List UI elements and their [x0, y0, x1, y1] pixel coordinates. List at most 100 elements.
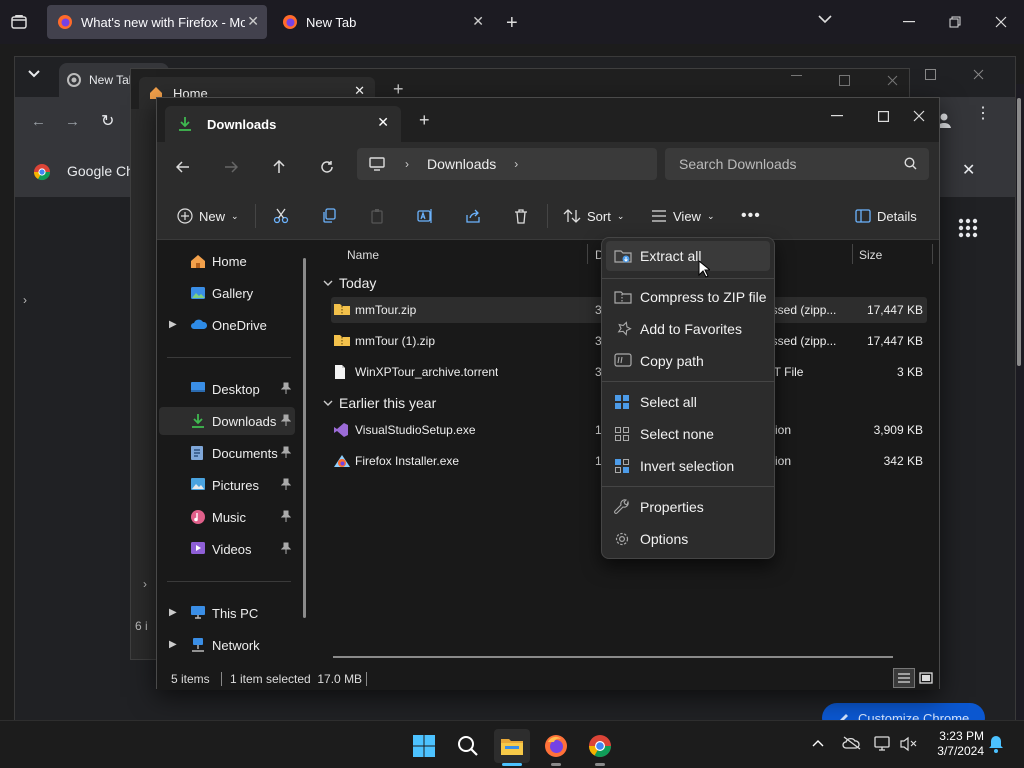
- google-apps-grid-icon[interactable]: [958, 218, 978, 238]
- cut-icon[interactable]: [273, 202, 289, 230]
- search-icon[interactable]: [450, 729, 486, 763]
- minimize-icon[interactable]: [817, 102, 857, 130]
- nav-item-this-pc[interactable]: ▶ This PC: [159, 599, 295, 627]
- menu-item-copy-path[interactable]: Copy path: [606, 346, 770, 376]
- bookmark-google-chrome[interactable]: Google Ch: [67, 163, 134, 179]
- view-button[interactable]: View ⌄: [651, 202, 715, 230]
- list-tabs-chevron-icon[interactable]: [818, 14, 832, 24]
- maximize-icon[interactable]: [839, 75, 850, 86]
- close-tab-icon[interactable]: ✕: [247, 13, 259, 30]
- new-tab-plus-icon[interactable]: +: [419, 110, 430, 131]
- minimize-icon[interactable]: [886, 0, 932, 44]
- restore-icon[interactable]: [932, 0, 978, 44]
- file-explorer-window: Downloads ✕ + › Downloads › Search Downl…: [156, 97, 940, 690]
- chevron-down-icon: ⌄: [706, 210, 715, 221]
- firefox-view-icon[interactable]: [10, 13, 28, 31]
- nav-scrollbar[interactable]: [303, 258, 306, 618]
- minimize-icon[interactable]: [791, 75, 802, 77]
- kebab-menu-icon[interactable]: ⋮: [975, 106, 991, 122]
- pictures-icon: [190, 477, 206, 491]
- details-pane-icon: [855, 209, 871, 223]
- details-view-toggle-icon[interactable]: [893, 668, 915, 688]
- breadcrumb-downloads[interactable]: Downloads: [427, 156, 496, 172]
- nav-item-gallery[interactable]: Gallery: [159, 279, 295, 307]
- delete-trash-icon[interactable]: [513, 202, 529, 230]
- clock[interactable]: 3:23 PM 3/7/2024: [930, 729, 984, 759]
- large-icons-view-toggle-icon[interactable]: [915, 668, 937, 688]
- close-window-icon[interactable]: [973, 69, 984, 80]
- sort-button[interactable]: Sort ⌄: [563, 202, 624, 230]
- menu-item-select-none[interactable]: Select none: [606, 419, 770, 449]
- firefox-taskbar-icon[interactable]: [538, 729, 574, 766]
- refresh-icon[interactable]: [311, 152, 343, 182]
- menu-item-compress-zip[interactable]: Compress to ZIP file: [606, 282, 770, 312]
- item-count: 5 items: [171, 672, 210, 686]
- show-hidden-icons-chevron-icon[interactable]: [812, 739, 824, 747]
- menu-item-properties[interactable]: Properties: [606, 492, 770, 522]
- tab-search-chevron-icon[interactable]: [27, 69, 41, 79]
- downloads-tab[interactable]: Downloads ✕: [165, 106, 401, 142]
- column-header-name[interactable]: Name: [347, 240, 379, 270]
- file-explorer-taskbar-icon[interactable]: [494, 729, 530, 766]
- copy-icon[interactable]: [321, 202, 337, 230]
- column-header-size[interactable]: Size: [859, 240, 882, 270]
- back-arrow-icon[interactable]: [167, 152, 199, 182]
- nav-item-documents[interactable]: Documents: [159, 439, 295, 467]
- explorer-tabbar: Downloads ✕ +: [157, 98, 939, 142]
- reload-icon[interactable]: ↻: [101, 111, 114, 131]
- onedrive-offline-icon[interactable]: [842, 736, 862, 750]
- details-pane-button[interactable]: Details: [855, 202, 917, 230]
- nav-item-videos[interactable]: Videos: [159, 535, 295, 563]
- horizontal-scrollbar[interactable]: [333, 656, 893, 658]
- network-status-icon[interactable]: [874, 736, 892, 752]
- breadcrumb-chevron-icon[interactable]: ›: [514, 157, 518, 171]
- volume-muted-icon[interactable]: [900, 736, 918, 752]
- forward-arrow-icon[interactable]: →: [65, 113, 80, 130]
- close-window-icon[interactable]: [887, 75, 898, 86]
- nav-item-pictures[interactable]: Pictures: [159, 471, 295, 499]
- close-tab-icon[interactable]: ✕: [472, 13, 484, 30]
- close-window-icon[interactable]: [978, 0, 1024, 44]
- notification-bell-icon[interactable]: [988, 735, 1004, 753]
- nav-item-desktop[interactable]: Desktop: [159, 375, 295, 403]
- maximize-icon[interactable]: [925, 69, 936, 80]
- new-tab-plus-icon[interactable]: +: [506, 12, 518, 35]
- expand-chevron-icon[interactable]: ▶: [169, 319, 177, 330]
- group-header-earlier-this-year[interactable]: Earlier this year: [323, 392, 436, 414]
- menu-item-add-favorites[interactable]: Add to Favorites: [606, 314, 770, 344]
- chrome-taskbar-icon[interactable]: [582, 729, 618, 766]
- back-arrow-icon[interactable]: ←: [31, 113, 46, 130]
- menu-item-options[interactable]: Options: [606, 524, 770, 554]
- expand-chevron-icon[interactable]: ▶: [169, 639, 177, 650]
- gallery-icon: [190, 285, 206, 301]
- rename-icon[interactable]: [417, 202, 433, 230]
- close-window-icon[interactable]: [899, 102, 939, 130]
- menu-item-select-all[interactable]: Select all: [606, 387, 770, 417]
- address-bar[interactable]: › Downloads ›: [357, 148, 657, 180]
- nav-item-downloads[interactable]: Downloads: [159, 407, 295, 435]
- search-input[interactable]: Search Downloads: [665, 148, 929, 180]
- firefox-tab-whats-new[interactable]: What's new with Firefox - More ✕: [47, 5, 267, 39]
- group-header-today[interactable]: Today: [323, 272, 376, 294]
- menu-item-extract-all[interactable]: Extract all: [606, 241, 770, 271]
- zip-folder-icon: [333, 302, 351, 316]
- breadcrumb-chevron-icon[interactable]: ›: [405, 157, 409, 171]
- nav-item-onedrive[interactable]: ▶ OneDrive: [159, 311, 295, 339]
- share-icon[interactable]: [465, 202, 481, 230]
- firefox-tab-new-tab[interactable]: New Tab ✕: [272, 5, 492, 39]
- forward-arrow-icon[interactable]: [215, 152, 247, 182]
- start-windows-icon[interactable]: [406, 729, 442, 763]
- nav-item-home[interactable]: Home: [159, 247, 295, 275]
- close-bar-icon[interactable]: ✕: [962, 160, 975, 180]
- close-tab-icon[interactable]: ✕: [377, 114, 389, 131]
- paste-icon[interactable]: [369, 202, 385, 230]
- tab-title: New Tab: [306, 14, 357, 30]
- expand-chevron-icon[interactable]: ▶: [169, 607, 177, 618]
- menu-item-invert-selection[interactable]: Invert selection: [606, 451, 770, 481]
- maximize-icon[interactable]: [863, 102, 903, 130]
- see-more-ellipsis-icon[interactable]: •••: [741, 202, 761, 230]
- nav-item-music[interactable]: Music: [159, 503, 295, 531]
- new-button[interactable]: New ⌄: [177, 202, 239, 230]
- nav-item-network[interactable]: ▶ Network: [159, 631, 295, 659]
- up-arrow-icon[interactable]: [263, 152, 295, 182]
